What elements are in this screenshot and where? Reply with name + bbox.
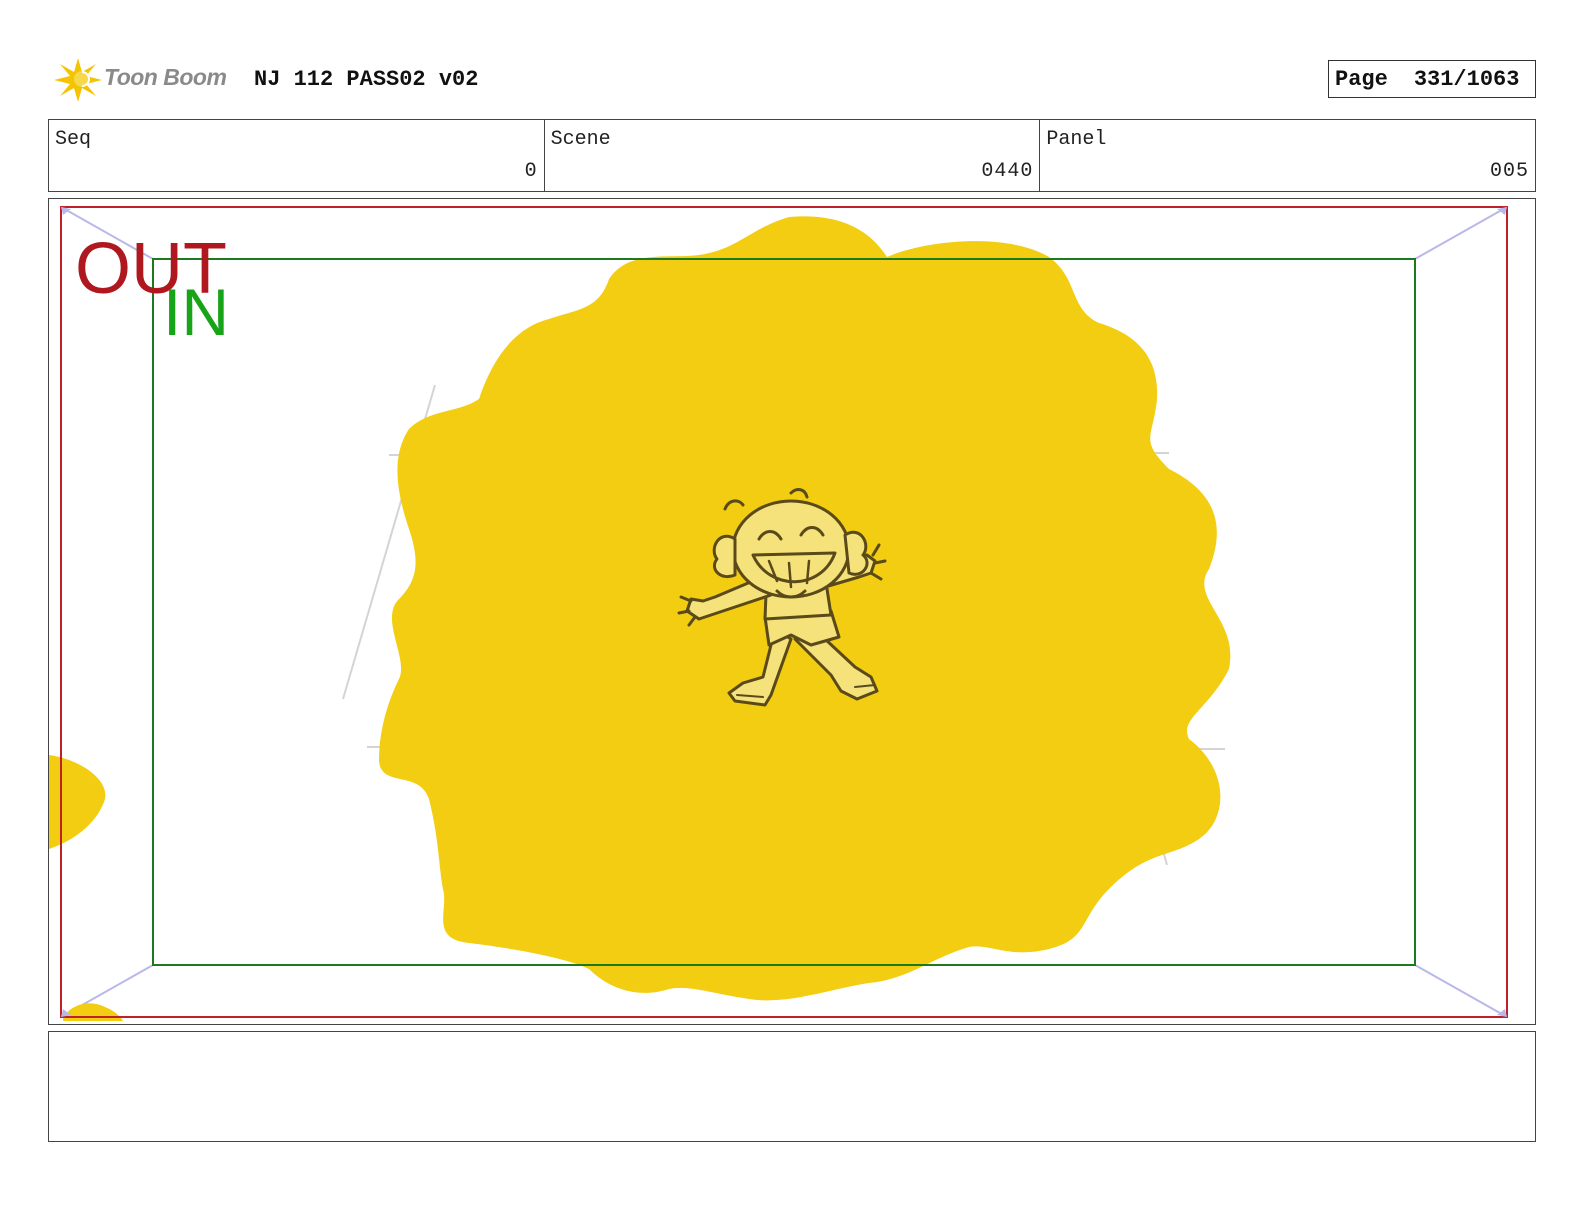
in-label: IN [163, 275, 229, 349]
project-title: NJ 112 PASS02 v02 [254, 67, 479, 92]
yellow-edge-shape [49, 755, 106, 849]
scene-info-row: Seq 0 Scene 0440 Panel 005 [48, 119, 1536, 192]
scene-cell: Scene 0440 [545, 120, 1041, 191]
seq-cell: Seq 0 [49, 120, 545, 191]
panel-cell: Panel 005 [1040, 120, 1535, 191]
yellow-corner-shape [63, 1003, 123, 1021]
page-label: Page [1335, 67, 1388, 92]
storyboard-panel: OUT IN [48, 198, 1536, 1025]
panel-label: Panel [1046, 128, 1107, 151]
scene-value: 0440 [981, 160, 1034, 183]
sun-burst-icon [54, 58, 102, 102]
scene-label: Scene [550, 128, 611, 151]
seq-label: Seq [55, 128, 92, 151]
panel-notes-box[interactable] [48, 1031, 1536, 1142]
page-header: Toon Boom NJ 112 PASS02 v02 Page 331/1063 [48, 52, 1536, 108]
page-indicator: Page 331/1063 [1328, 60, 1536, 98]
logo-text: Toon Boom [104, 64, 227, 90]
toon-boom-logo: Toon Boom [48, 52, 248, 108]
panel-artwork: OUT IN [49, 206, 1508, 1021]
panel-value: 005 [1490, 160, 1530, 183]
page-number: 331/1063 [1413, 67, 1520, 92]
seq-value: 0 [524, 160, 538, 183]
